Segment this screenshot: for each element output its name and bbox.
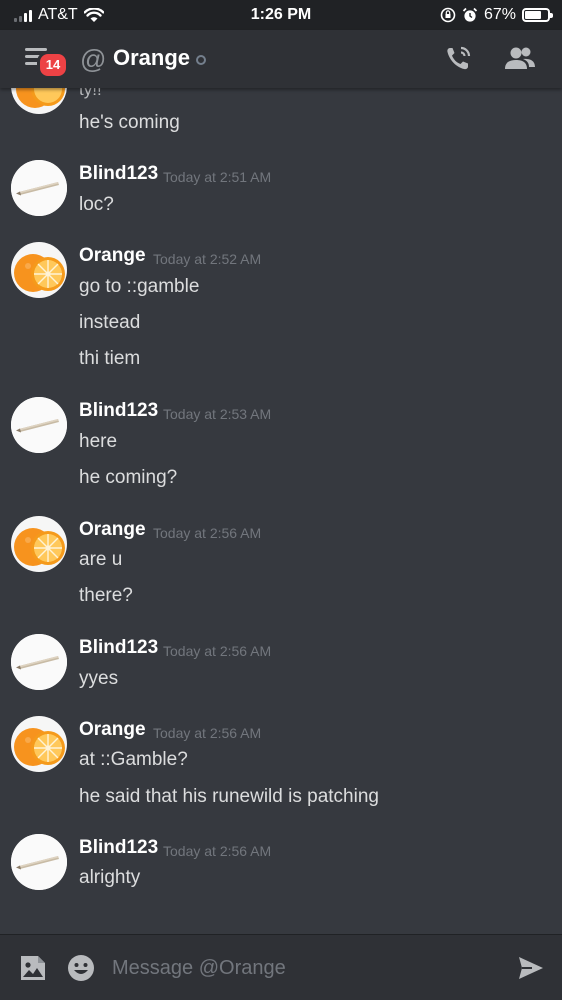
message-author[interactable]: Blind123: [79, 400, 158, 422]
message-text: thi tiem: [79, 348, 141, 369]
orange-avatar-image: [14, 254, 65, 292]
notification-badge: 14: [37, 51, 69, 79]
message-author[interactable]: Blind123: [79, 163, 158, 185]
wand-avatar[interactable]: [11, 834, 67, 890]
message-text: instead: [79, 312, 141, 333]
message-text: yyes: [79, 668, 119, 689]
message-timestamp: Today at 2:56 AM: [153, 725, 262, 741]
call-icon[interactable]: [443, 44, 475, 74]
message-author[interactable]: Orange: [79, 519, 146, 541]
orange-avatar-image: [14, 528, 65, 566]
message-text: he coming?: [79, 467, 178, 488]
message-timestamp: Today at 2:56 AM: [163, 843, 272, 859]
message-author[interactable]: Orange: [79, 245, 146, 267]
wand-avatar-image: [11, 834, 67, 890]
orange-avatar[interactable]: [11, 88, 67, 114]
message-text: loc?: [79, 194, 114, 215]
wand-avatar-image: [11, 634, 67, 690]
status-bar: AT&T 1:26 PM 67%: [0, 0, 562, 30]
wand-avatar[interactable]: [11, 160, 67, 216]
message-text: here: [79, 431, 118, 452]
status-right: 67%: [440, 6, 553, 24]
channel-title: Orange: [113, 45, 191, 70]
message-list[interactable]: ty!! he's coming Blind123 Today at 2:51 …: [0, 88, 562, 934]
wand-avatar[interactable]: [11, 634, 67, 690]
wand-avatar-image: [11, 397, 67, 453]
orientation-lock-icon: [440, 7, 456, 23]
message-author[interactable]: Blind123: [79, 837, 158, 859]
message-composer: [0, 934, 562, 1000]
emoji-icon[interactable]: [66, 953, 96, 983]
image-upload-icon[interactable]: [18, 953, 48, 983]
message-input[interactable]: [112, 953, 492, 983]
message-timestamp: Today at 2:56 AM: [153, 525, 262, 541]
message-text: go to ::gamble: [79, 276, 200, 297]
battery-percent: 67%: [483, 6, 516, 23]
at-icon: @: [80, 44, 107, 74]
wand-avatar-image: [11, 160, 67, 216]
battery-icon: [522, 8, 553, 22]
dm-header: 14 @ Orange: [0, 30, 562, 88]
message-text: ty!!: [79, 88, 102, 99]
orange-avatar-image: [16, 88, 65, 108]
orange-avatar[interactable]: [11, 716, 67, 772]
alarm-icon: [462, 7, 478, 22]
message-text: are u: [79, 549, 123, 570]
message-text: he's coming: [79, 112, 180, 133]
message-text: alrighty: [79, 867, 141, 888]
message-author[interactable]: Orange: [79, 719, 146, 741]
menu-button[interactable]: 14: [22, 44, 69, 79]
message-timestamp: Today at 2:53 AM: [163, 406, 272, 422]
message-timestamp: Today at 2:51 AM: [163, 169, 272, 185]
message-text: he said that his runewild is patching: [79, 786, 379, 807]
message-text: there?: [79, 585, 133, 606]
orange-avatar[interactable]: [11, 516, 67, 572]
send-icon[interactable]: [516, 953, 546, 983]
offline-status-icon: [196, 55, 206, 65]
orange-avatar[interactable]: [11, 242, 67, 298]
members-icon[interactable]: [504, 44, 536, 74]
message-timestamp: Today at 2:52 AM: [153, 251, 262, 267]
message-text: at ::Gamble?: [79, 749, 188, 770]
wand-avatar[interactable]: [11, 397, 67, 453]
message-author[interactable]: Blind123: [79, 637, 158, 659]
orange-avatar-image: [14, 728, 65, 766]
message-timestamp: Today at 2:56 AM: [163, 643, 272, 659]
